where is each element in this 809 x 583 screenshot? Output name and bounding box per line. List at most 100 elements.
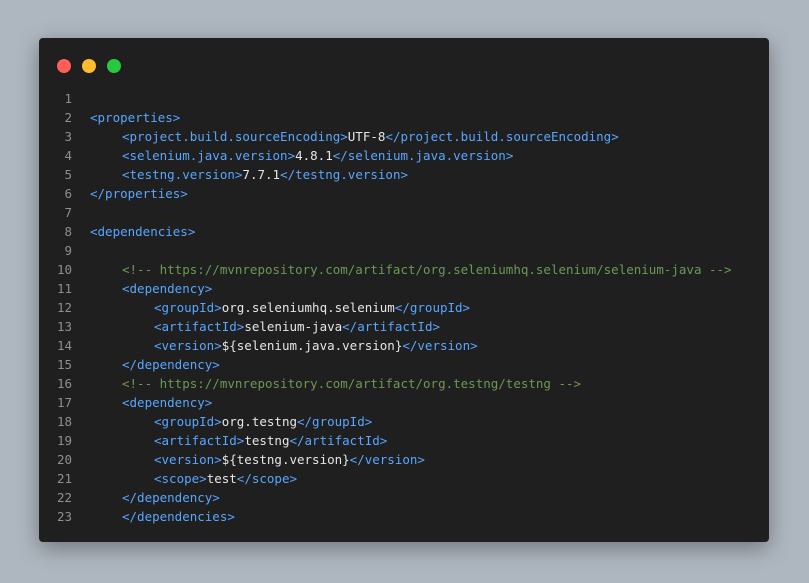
xml-tag: <dependencies> [90, 224, 196, 239]
line-number: 5 [64, 167, 72, 182]
code-line: 8 <dependencies> [39, 222, 769, 241]
xml-tag: <dependency> [122, 395, 213, 410]
xml-tag: </dependencies> [122, 509, 235, 524]
xml-tag: </groupId> [297, 414, 373, 429]
code-line: 2 <properties> [39, 108, 769, 127]
code-content: </dependencies> [122, 507, 235, 526]
line-number: 3 [64, 129, 72, 144]
line-number: 10 [56, 262, 72, 277]
code-block: 1 2 <properties> 3 <project.build.sourceEnco… [39, 89, 769, 526]
xml-comment: <!-- https://mvnrepository.com/artifact/… [122, 376, 582, 391]
xml-text: test [206, 471, 237, 486]
code-content: <!-- https://mvnrepository.com/artifact/… [122, 374, 581, 393]
code-content: <dependency> [122, 393, 212, 412]
xml-text: org.seleniumhq.selenium [221, 300, 395, 315]
line-number: 6 [64, 186, 72, 201]
code-line: 22 </dependency> [39, 488, 769, 507]
code-content: <version>${testng.version}</version> [154, 450, 425, 469]
code-line: 13 <artifactId>selenium-java</artifactId> [39, 317, 769, 336]
xml-tag: </selenium.java.version> [332, 148, 514, 163]
code-line: 21 <scope>test</scope> [39, 469, 769, 488]
xml-tag: <scope> [154, 471, 207, 486]
code-content: <project.build.sourceEncoding>UTF-8</pro… [122, 127, 619, 146]
code-line: 10 <!-- https://mvnrepository.com/artifac… [39, 260, 769, 279]
code-content: <groupId>org.seleniumhq.selenium</groupI… [154, 298, 470, 317]
line-number: 7 [64, 205, 72, 220]
code-content: <testng.version>7.7.1</testng.version> [122, 165, 408, 184]
xml-tag: <properties> [90, 110, 181, 125]
line-number: 9 [64, 243, 72, 258]
xml-tag: </testng.version> [280, 167, 408, 182]
line-number: 8 [64, 224, 72, 239]
xml-text: org.testng [221, 414, 297, 429]
xml-tag: <testng.version> [122, 167, 243, 182]
xml-tag: </dependency> [122, 490, 220, 505]
code-line: 15 </dependency> [39, 355, 769, 374]
code-line: 23 </dependencies> [39, 507, 769, 526]
code-content: </dependency> [122, 488, 220, 507]
xml-tag: <selenium.java.version> [122, 148, 296, 163]
line-number: 23 [56, 509, 72, 524]
line-number: 19 [56, 433, 72, 448]
code-content: </dependency> [122, 355, 220, 374]
code-content: <selenium.java.version>4.8.1</selenium.j… [122, 146, 513, 165]
code-content: <scope>test</scope> [154, 469, 297, 488]
code-line: 5 <testng.version>7.7.1</testng.version> [39, 165, 769, 184]
code-content: <properties> [90, 108, 180, 127]
xml-comment: <!-- https://mvnrepository.com/artifact/… [122, 262, 732, 277]
xml-text: 7.7.1 [242, 167, 281, 182]
code-content: <version>${selenium.java.version}</versi… [154, 336, 478, 355]
code-content: <dependency> [122, 279, 212, 298]
line-number: 22 [56, 490, 72, 505]
code-content: <groupId>org.testng</groupId> [154, 412, 372, 431]
xml-text: ${selenium.java.version} [221, 338, 403, 353]
line-number: 4 [64, 148, 72, 163]
code-line: 3 <project.build.sourceEncoding>UTF-8</pr… [39, 127, 769, 146]
code-line: 16 <!-- https://mvnrepository.com/artifac… [39, 374, 769, 393]
xml-text: testng [244, 433, 290, 448]
xml-tag: </version> [349, 452, 425, 467]
minimize-dot-icon[interactable] [82, 59, 96, 73]
line-number: 21 [56, 471, 72, 486]
xml-text: UTF-8 [347, 129, 386, 144]
xml-tag: <project.build.sourceEncoding> [122, 129, 348, 144]
line-number: 1 [64, 91, 72, 106]
code-line: 6 </properties> [39, 184, 769, 203]
code-line: 7 [39, 203, 769, 222]
code-content: </properties> [90, 184, 188, 203]
xml-tag: </artifactId> [289, 433, 388, 448]
xml-tag: <dependency> [122, 281, 213, 296]
line-number: 11 [56, 281, 72, 296]
xml-tag: </scope> [236, 471, 298, 486]
code-window: 1 2 <properties> 3 <project.build.sourceEnco… [39, 38, 769, 542]
code-line: 12 <groupId>org.seleniumhq.selenium</grou… [39, 298, 769, 317]
code-line: 20 <version>${testng.version}</version> [39, 450, 769, 469]
line-number: 16 [56, 376, 72, 391]
code-line: 1 [39, 89, 769, 108]
xml-text: 4.8.1 [295, 148, 333, 163]
code-line: 18 <groupId>org.testng</groupId> [39, 412, 769, 431]
xml-tag: </dependency> [122, 357, 220, 372]
code-content: <artifactId>testng</artifactId> [154, 431, 387, 450]
xml-tag: <version> [154, 338, 222, 353]
xml-tag: </project.build.sourceEncoding> [385, 129, 619, 144]
line-number: 2 [64, 110, 72, 125]
code-line: 9 [39, 241, 769, 260]
xml-tag: <version> [154, 452, 222, 467]
code-line: 19 <artifactId>testng</artifactId> [39, 431, 769, 450]
code-content: <dependencies> [90, 222, 195, 241]
code-content: <artifactId>selenium-java</artifactId> [154, 317, 440, 336]
code-content: <!-- https://mvnrepository.com/artifact/… [122, 260, 732, 279]
line-number: 15 [56, 357, 72, 372]
line-number: 20 [56, 452, 72, 467]
code-line: 17 <dependency> [39, 393, 769, 412]
code-line: 14 <version>${selenium.java.version}</ver… [39, 336, 769, 355]
line-number: 14 [56, 338, 72, 353]
xml-tag: <artifactId> [154, 319, 245, 334]
close-dot-icon[interactable] [57, 59, 71, 73]
xml-tag: </version> [402, 338, 478, 353]
xml-text: ${testng.version} [221, 452, 350, 467]
maximize-dot-icon[interactable] [107, 59, 121, 73]
code-line: 4 <selenium.java.version>4.8.1</selenium.… [39, 146, 769, 165]
xml-tag: </groupId> [394, 300, 471, 315]
